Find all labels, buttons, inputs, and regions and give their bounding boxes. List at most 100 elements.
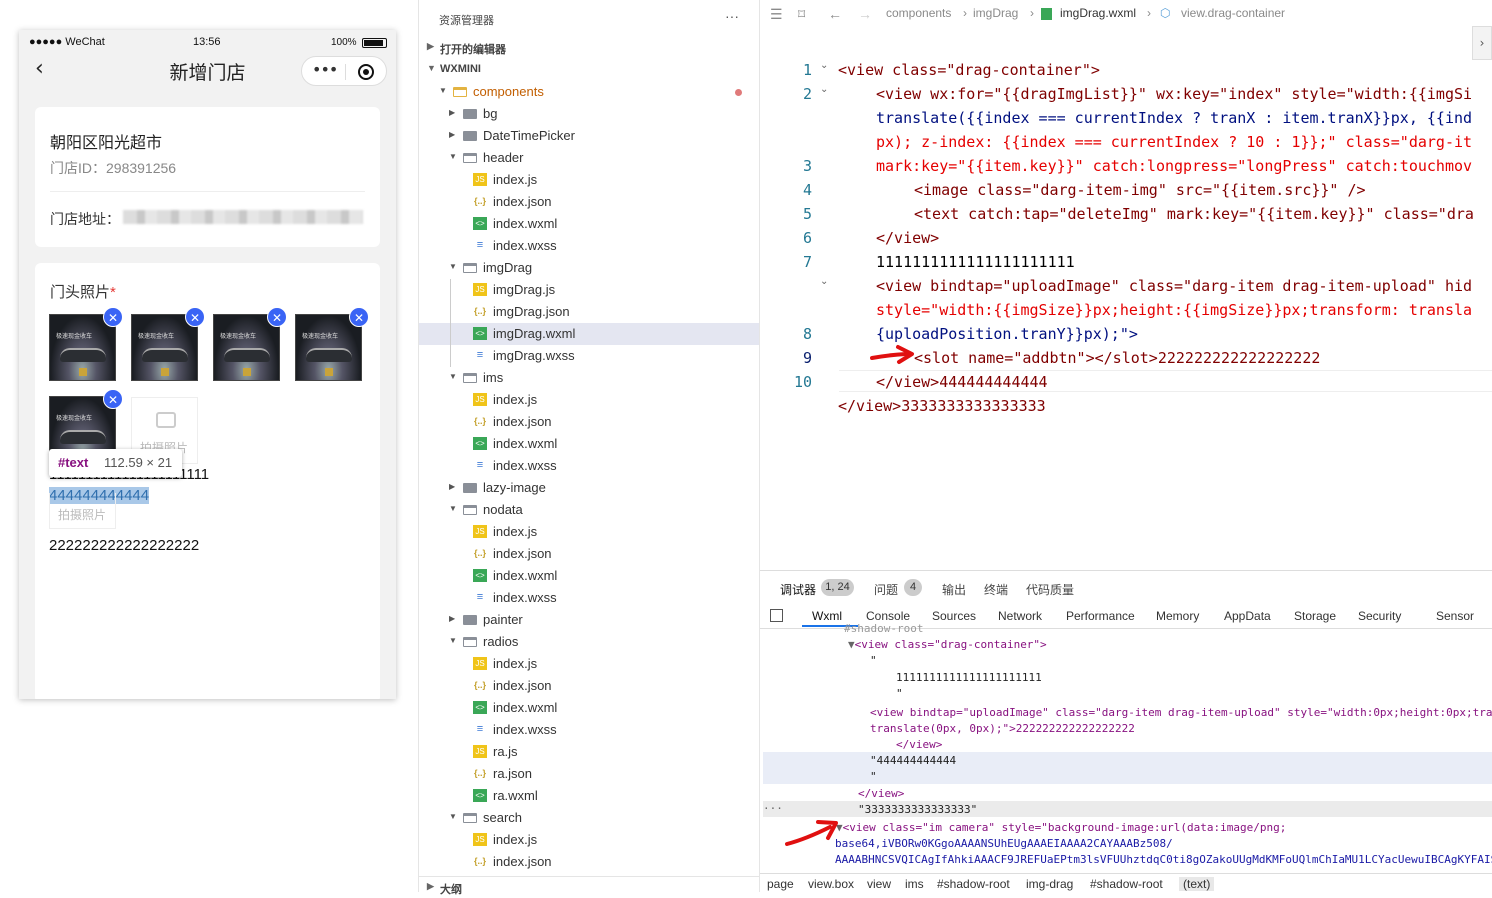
breadcrumb-item[interactable]: view.drag-container	[1181, 6, 1285, 20]
tree-item-index-wxml[interactable]: <> index.wxml	[419, 433, 759, 455]
tree-item-index-wxss[interactable]: ≡ index.wxss	[419, 235, 759, 257]
tree-item-nodata[interactable]: ▼ nodata	[419, 499, 759, 521]
dom-node-wrap[interactable]: AAAABHNCSVQICAgIfAhkiAAACF9JREFUaEPtm3ls…	[835, 852, 1492, 868]
more-icon[interactable]: •••	[312, 60, 338, 79]
code-line-1[interactable]: <view class="drag-container">	[838, 58, 1100, 82]
outline-section[interactable]: ▶ 大纲	[419, 876, 759, 898]
menu-capsule[interactable]: •••	[301, 56, 387, 86]
dom-crumb[interactable]: view.box	[808, 877, 854, 891]
fold-chevron-icon[interactable]: ⌄	[820, 276, 828, 287]
panel-tab-security[interactable]: Security	[1358, 609, 1401, 623]
tree-item-index-wxss[interactable]: ≡ index.wxss	[419, 455, 759, 477]
dom-text[interactable]: "3333333333333333"	[858, 802, 977, 818]
dom-text[interactable]: "	[870, 653, 877, 669]
chevron-down-icon[interactable]: ▼	[449, 372, 457, 381]
tree-item-components[interactable]: ▼ components	[419, 81, 759, 103]
tree-item-imgdrag-json[interactable]: {..} imgDrag.json	[419, 301, 759, 323]
breadcrumb-item[interactable]: imgDrag	[973, 6, 1018, 20]
dom-crumb[interactable]: page	[767, 877, 794, 891]
chevron-right-icon[interactable]: ▶	[449, 482, 455, 491]
tab-debugger[interactable]: 调试器	[780, 581, 816, 598]
panel-tab-memory[interactable]: Memory	[1156, 609, 1199, 623]
chevron-down-icon[interactable]: ▼	[449, 152, 457, 161]
panel-toggle[interactable]: ›	[1472, 26, 1492, 60]
delete-icon[interactable]: ✕	[185, 307, 205, 327]
tree-item-index-js[interactable]: JS index.js	[419, 521, 759, 543]
code-line-4[interactable]: <text catch:tap="deleteImg" mark:key="{{…	[914, 202, 1474, 226]
chevron-down-icon[interactable]: ▼	[449, 812, 457, 821]
code-line-10[interactable]: </view>3333333333333333	[838, 394, 1046, 418]
tree-item-index-wxss[interactable]: ≡ index.wxss	[419, 719, 759, 741]
delete-icon[interactable]: ✕	[103, 389, 123, 409]
fold-chevron-icon[interactable]: ⌄	[820, 84, 828, 95]
tree-item-index-json[interactable]: {..} index.json	[419, 191, 759, 213]
tab-output[interactable]: 输出	[942, 581, 966, 598]
panel-tab-sources[interactable]: Sources	[932, 609, 976, 623]
tree-item-ra-js[interactable]: JS ra.js	[419, 741, 759, 763]
dom-crumb[interactable]: ims	[905, 877, 924, 891]
close-miniprogram-icon[interactable]	[358, 64, 374, 80]
upload-photo-button[interactable]: 拍摄照片	[49, 493, 116, 529]
tree-item-index-json[interactable]: {..} index.json	[419, 411, 759, 433]
project-section[interactable]: ▼ WXMINI	[419, 59, 759, 81]
panel-tab-sensor[interactable]: Sensor	[1436, 609, 1474, 623]
tree-item-ra-wxml[interactable]: <> ra.wxml	[419, 785, 759, 807]
tab-terminal[interactable]: 终端	[984, 581, 1008, 598]
code-line-7-wrap[interactable]: style="width:{{imgSize}}px;height:{{imgS…	[876, 298, 1472, 322]
chevron-down-icon[interactable]: ▼	[449, 504, 457, 513]
chevron-down-icon[interactable]: ▼	[449, 262, 457, 271]
dom-close-tag[interactable]: </view>	[858, 786, 904, 802]
dom-node-wrap[interactable]: translate(0px, 0px);">222222222222222222	[870, 721, 1135, 737]
dom-crumb[interactable]: #shadow-root	[1090, 877, 1163, 891]
tree-item-index-json[interactable]: {..} index.json	[419, 543, 759, 565]
tree-item-imgdrag-wxss[interactable]: ≡ imgDrag.wxss	[419, 345, 759, 367]
dom-text-selected[interactable]: "444444444444	[870, 753, 956, 769]
code-line-7[interactable]: <view bindtap="uploadImage" class="darg-…	[876, 274, 1472, 298]
code-line-2-wrap[interactable]: px); z-index: {{index === currentIndex ?…	[876, 130, 1472, 154]
tree-item-index-js[interactable]: JS index.js	[419, 829, 759, 851]
dom-node-wrap[interactable]: base64,iVBORw0KGgoAAAANSUhEUgAAAEIAAAA2C…	[835, 836, 1173, 852]
tree-item-index-wxml[interactable]: <> index.wxml	[419, 213, 759, 235]
code-line-5[interactable]: </view>	[876, 226, 939, 250]
dom-crumb[interactable]: view	[867, 877, 891, 891]
code-line-2-wrap[interactable]: translate({{index === currentIndex ? tra…	[876, 106, 1472, 130]
tab-code-quality[interactable]: 代码质量	[1026, 581, 1074, 598]
tree-item-ra-json[interactable]: {..} ra.json	[419, 763, 759, 785]
code-line-3[interactable]: <image class="darg-item-img" src="{{item…	[914, 178, 1366, 202]
breadcrumb-item[interactable]: components	[886, 6, 951, 20]
tree-item-imgdrag[interactable]: ▼ imgDrag	[419, 257, 759, 279]
dom-text[interactable]: "	[870, 769, 877, 785]
tree-item-datetimepicker[interactable]: ▶ DateTimePicker	[419, 125, 759, 147]
delete-icon[interactable]: ✕	[267, 307, 287, 327]
code-line-8[interactable]: <slot name="addbtn"></slot>2222222222222…	[914, 346, 1320, 370]
tab-problems[interactable]: 问题	[874, 581, 898, 598]
tree-item-index-wxml[interactable]: <> index.wxml	[419, 565, 759, 587]
panel-tab-storage[interactable]: Storage	[1294, 609, 1336, 623]
dom-node[interactable]: ▼<view class="im camera" style="backgrou…	[836, 820, 1286, 836]
tree-item-search[interactable]: ▼ search	[419, 807, 759, 829]
panel-tab-appdata[interactable]: AppData	[1224, 609, 1271, 623]
dom-crumb[interactable]: (text)	[1179, 877, 1215, 891]
tree-item-index-js[interactable]: JS index.js	[419, 169, 759, 191]
tree-item-index-wxml[interactable]: <> index.wxml	[419, 697, 759, 719]
dom-shadow-root[interactable]: #shadow-root	[844, 621, 923, 637]
dom-node[interactable]: ▼<view class="drag-container">	[848, 637, 1047, 653]
chevron-right-icon[interactable]: ▶	[449, 130, 455, 139]
tree-item-index-js[interactable]: JS index.js	[419, 653, 759, 675]
tree-item-index-js[interactable]: JS index.js	[419, 389, 759, 411]
delete-icon[interactable]: ✕	[349, 307, 369, 327]
back-icon[interactable]: ←	[828, 6, 842, 22]
chevron-right-icon[interactable]: ▶	[449, 108, 455, 117]
bookmark-icon[interactable]: ⌑	[798, 6, 805, 23]
code-line-2[interactable]: <view wx:for="{{dragImgList}}" wx:key="i…	[876, 82, 1472, 106]
tree-item-bg[interactable]: ▶ bg	[419, 103, 759, 125]
dom-ellipsis[interactable]: ···	[763, 801, 783, 817]
panel-tab-wxml[interactable]: Wxml	[812, 609, 842, 623]
tree-item-lazy-image[interactable]: ▶ lazy-image	[419, 477, 759, 499]
chevron-down-icon[interactable]: ▼	[449, 636, 457, 645]
tree-item-radios[interactable]: ▼ radios	[419, 631, 759, 653]
code-line-9[interactable]: </view>444444444444	[876, 370, 1048, 394]
inspect-element-icon[interactable]	[770, 609, 783, 622]
dom-crumb[interactable]: img-drag	[1026, 877, 1073, 891]
dom-node[interactable]: <view bindtap="uploadImage" class="darg-…	[870, 705, 1492, 721]
